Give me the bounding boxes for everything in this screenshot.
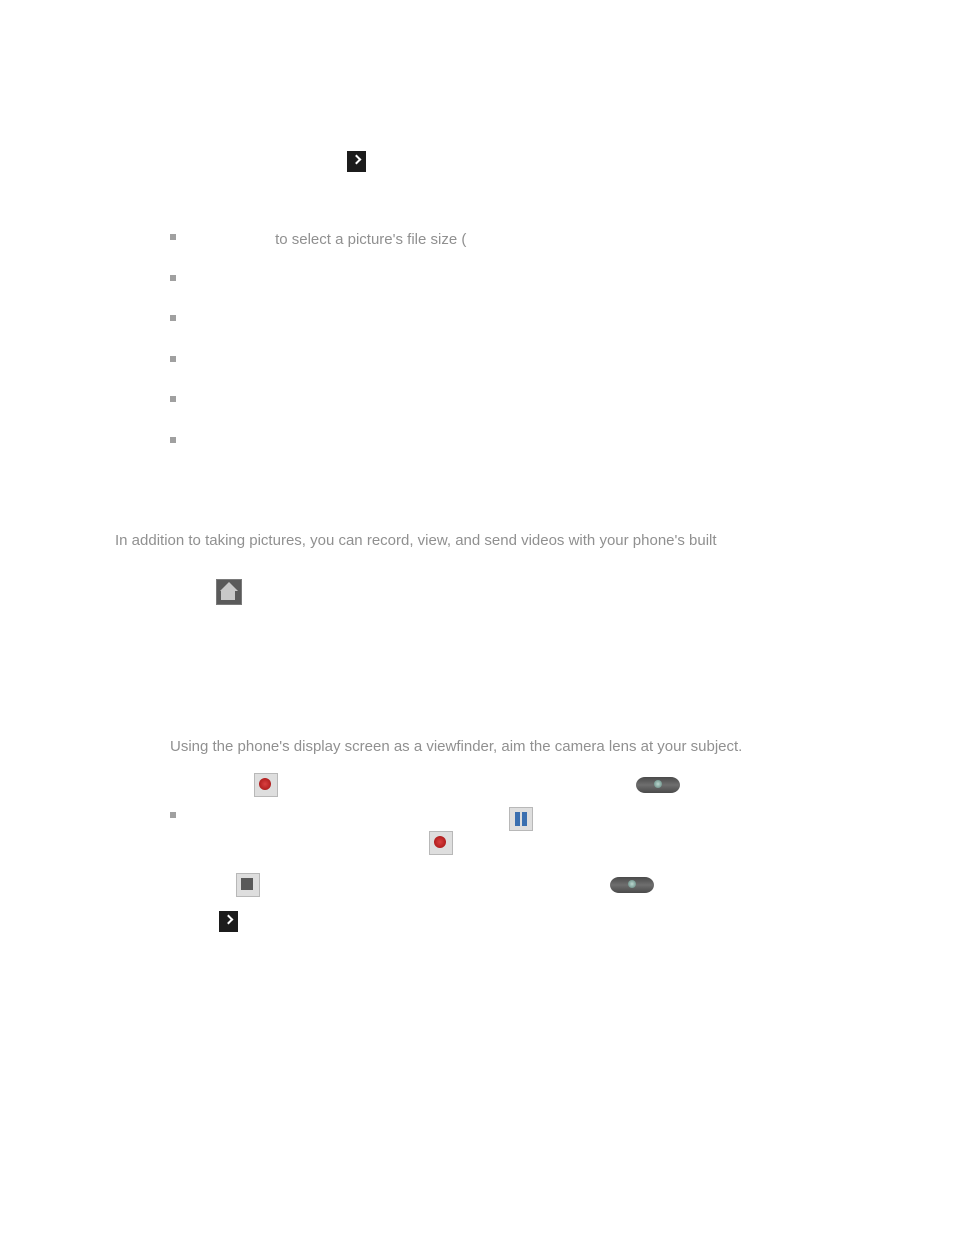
text: . xyxy=(758,183,762,200)
text-bold: Camcorder xyxy=(471,702,545,719)
text: or xyxy=(652,312,665,329)
step-item: 3. Using the phone's display screen as a… xyxy=(115,736,874,759)
text: Tap xyxy=(170,702,194,719)
text-bold: Continuous Shot xyxy=(294,183,405,200)
text: to select whether or not to display for … xyxy=(303,393,757,410)
list-item: Resolution to select a picture's file si… xyxy=(170,229,874,252)
text: mode. xyxy=(704,702,746,719)
text: and tap xyxy=(249,583,299,600)
camera-key-icon xyxy=(610,877,654,893)
text: to begin shooting. Or you can press the … xyxy=(285,776,629,793)
text: to activate camera mode. xyxy=(411,583,579,600)
step-item: 2. Tap Camera on the settings panel and … xyxy=(115,700,874,723)
text: > xyxy=(340,583,349,600)
bullet-icon xyxy=(170,234,176,240)
bullet-icon xyxy=(170,356,176,362)
list-item: Location to add location information to … xyxy=(170,270,874,293)
camera-key-icon xyxy=(636,777,680,793)
list-item: Storage to select where to store your pi… xyxy=(170,310,874,333)
text: to restore all the camera settings to th… xyxy=(313,434,673,451)
text: to access the following options. xyxy=(245,913,453,930)
step-number: 5. xyxy=(140,873,153,896)
text: : If you select xyxy=(202,183,290,200)
step-number: 1. xyxy=(140,579,153,602)
step-number: 3. xyxy=(140,736,153,759)
text: -in xyxy=(717,532,734,549)
text-bold: Review screen xyxy=(200,393,298,410)
text: to select where to store your pictures a… xyxy=(257,312,588,329)
text: is only available in camcorder mode. xyxy=(196,945,439,962)
text: . xyxy=(687,776,691,793)
stop-icon xyxy=(236,873,260,897)
step-number: 2. xyxy=(140,700,153,723)
bullet-icon xyxy=(170,812,176,818)
text: Using the phone's display screen as a vi… xyxy=(170,738,742,755)
text-bold: Note xyxy=(170,183,202,200)
chevron-right-icon xyxy=(347,151,366,172)
text: In addition to taking pictures, you can … xyxy=(115,532,717,549)
text: . xyxy=(661,876,665,893)
text: If you want to pause the recording, tap … xyxy=(200,810,502,827)
text-bold: Flash/Resolution/Focus mode xyxy=(559,183,757,200)
bullet-icon xyxy=(170,315,176,321)
text: on the settings panel and select xyxy=(256,702,467,719)
step-item: 5. Tap Stop to stop shooting. Or you can… xyxy=(115,873,874,897)
text: Press xyxy=(170,583,208,600)
text: ). xyxy=(701,231,710,248)
text: and select xyxy=(272,152,340,169)
text: , you cannot select the xyxy=(405,183,555,200)
step-item: 6. Select to access the following option… xyxy=(115,911,874,966)
bullet-icon xyxy=(170,437,176,443)
home-icon xyxy=(216,579,242,605)
text-bold: Storage xyxy=(200,312,253,329)
text-bold: Apps xyxy=(302,583,336,600)
bullet-icon xyxy=(170,396,176,402)
text-bold: 5M/3M/W2.4M/2M/1M/W0.4M/VGA xyxy=(466,231,701,248)
text: Tap Stop xyxy=(170,876,229,893)
text-bold: microSD xyxy=(669,312,727,329)
text: to access the following options. xyxy=(373,152,581,169)
list-item: Restore defaults to restore all the came… xyxy=(170,432,874,455)
text: to stop shooting. Or you can press the c… xyxy=(268,876,603,893)
text-bold: In device xyxy=(588,312,648,329)
text-bold: Camera xyxy=(198,702,251,719)
footer-section: Camera and Video xyxy=(115,1070,240,1093)
text-bold: Settings xyxy=(213,152,267,169)
text-bold: Resolution xyxy=(200,231,271,248)
text: select xyxy=(170,152,209,169)
record-icon xyxy=(429,831,453,855)
step-number: 6. xyxy=(140,911,153,934)
text-bold: Restore defaults xyxy=(200,434,309,451)
text: ). xyxy=(727,312,736,329)
text: video camera. xyxy=(737,532,831,549)
text: to add location information to the pictu… xyxy=(261,272,532,289)
record-icon xyxy=(254,773,278,797)
heading-record-videos: Record Videos xyxy=(115,490,874,516)
pause-icon xyxy=(509,807,533,831)
text: . xyxy=(460,834,464,851)
chevron-right-icon xyxy=(219,911,238,932)
step-item: 1. Press and tap Apps > Camera to activa… xyxy=(115,579,874,686)
step-number: 4. xyxy=(140,773,153,796)
text-bold: Camera xyxy=(353,583,406,600)
text: to access the Gallery application. xyxy=(341,353,561,370)
text-bold: HD xyxy=(170,945,192,962)
text: to select a picture's file size ( xyxy=(275,231,466,248)
text: to switch to camcorder xyxy=(549,702,699,719)
text: mode. xyxy=(760,665,802,682)
text-bold: Location xyxy=(200,272,257,289)
bullet-icon xyxy=(170,275,176,281)
text: Tap Record xyxy=(170,776,247,793)
footer-page-number: 105 xyxy=(849,1070,874,1093)
step-item: 4. Tap Record to begin shooting. Or you … xyxy=(115,773,874,855)
text: Select xyxy=(170,913,212,930)
list-item: Review screen to select whether or not t… xyxy=(170,391,874,414)
list-item: If you want to pause the recording, tap … xyxy=(170,807,874,855)
text-bold: View pictures/videos xyxy=(200,353,336,370)
text: – or – xyxy=(170,623,874,646)
text: Press and hold the camera button on the … xyxy=(170,665,755,682)
list-item: View pictures/videos to access the Galle… xyxy=(170,351,874,374)
text: . The recording indicator turns to green xyxy=(540,810,798,827)
